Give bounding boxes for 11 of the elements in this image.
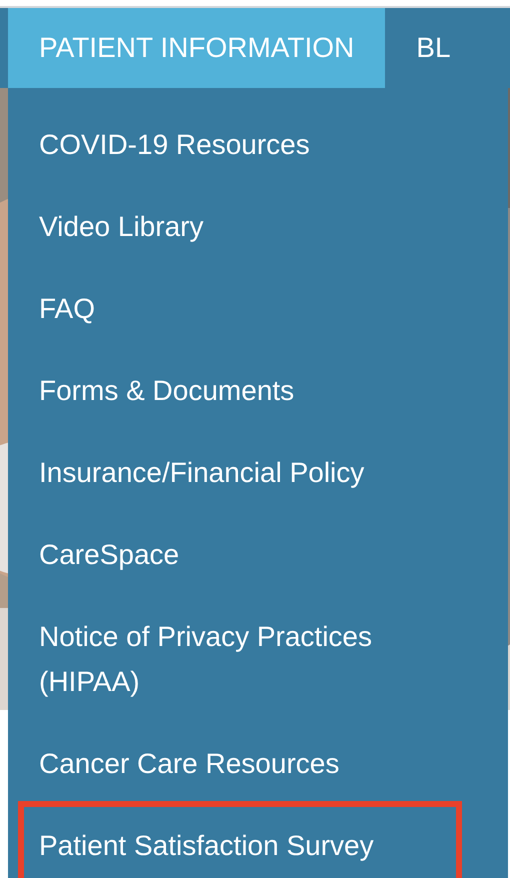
- menu-item[interactable]: Notice of Privacy Practices (HIPAA): [39, 614, 449, 704]
- menu-item[interactable]: Video Library: [39, 204, 204, 249]
- menu-item[interactable]: Insurance/Financial Policy: [39, 450, 364, 495]
- nav-tab[interactable]: PATIENT INFORMATION: [8, 8, 386, 88]
- menu-item[interactable]: COVID-19 Resources: [39, 122, 310, 167]
- menu-item[interactable]: Cancer Care Resources: [39, 741, 340, 786]
- menu-item[interactable]: FAQ: [39, 286, 96, 331]
- menu-item[interactable]: Forms & Documents: [39, 368, 294, 413]
- nav-tab[interactable]: BL: [385, 8, 482, 88]
- menu-item[interactable]: Patient Satisfaction Survey: [39, 823, 374, 868]
- menu-item[interactable]: CareSpace: [39, 532, 180, 577]
